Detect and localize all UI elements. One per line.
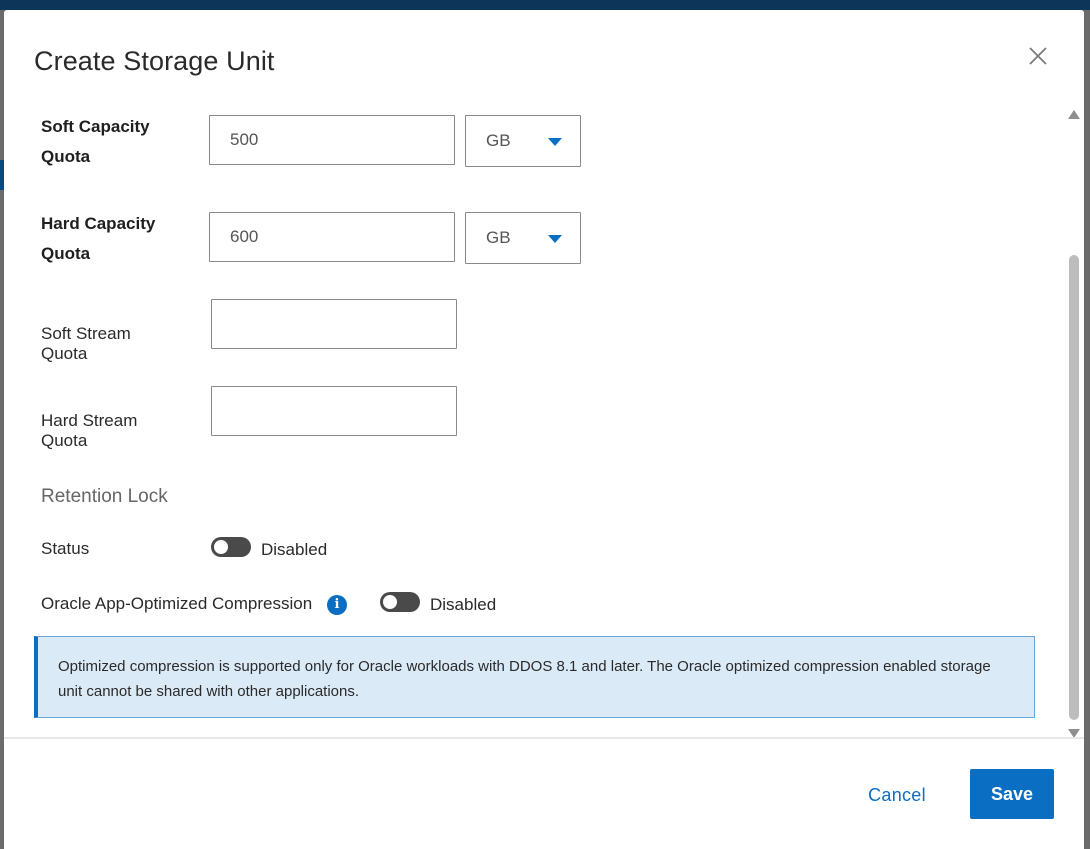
retention-lock-status-value: Disabled — [261, 540, 328, 559]
chevron-down-icon — [548, 235, 562, 243]
hard-stream-label-line1: Hard Stream — [41, 411, 138, 430]
oracle-compression-toggle[interactable] — [380, 592, 420, 612]
hard-capacity-label-line1: Hard Capacity — [41, 214, 156, 233]
soft-capacity-label-line1: Soft Capacity — [41, 117, 150, 136]
chevron-down-icon — [548, 138, 562, 146]
oracle-compression-label: Oracle App-Optimized Compression — [41, 594, 313, 613]
oracle-compression-value: Disabled — [430, 595, 497, 614]
dialog-title: Create Storage Unit — [34, 46, 275, 76]
retention-lock-section-title: Retention Lock — [41, 486, 168, 507]
status-label: Status — [41, 539, 90, 558]
toggle-knob — [383, 595, 397, 609]
dialog-body: Soft Capacity Quota GB Hard Capacity Quo… — [4, 100, 1084, 737]
soft-capacity-input[interactable] — [209, 115, 455, 165]
scroll-up-arrow-icon[interactable] — [1068, 110, 1080, 119]
scroll-down-arrow-icon[interactable] — [1068, 729, 1080, 737]
toggle-knob — [214, 540, 228, 554]
oracle-compression-info-alert: Optimized compression is supported only … — [34, 636, 1035, 718]
soft-capacity-label-line2: Quota — [41, 147, 91, 166]
create-storage-unit-dialog: Create Storage Unit Soft Capacity Quota … — [4, 10, 1084, 849]
background-top-bar — [0, 0, 1090, 10]
hard-capacity-label-line2: Quota — [41, 244, 91, 263]
hard-stream-input[interactable] — [211, 386, 457, 436]
alert-text: Optimized compression is supported only … — [58, 658, 991, 700]
soft-capacity-label: Soft Capacity Quota — [41, 112, 150, 172]
hard-capacity-unit-value: GB — [486, 228, 511, 247]
soft-stream-label-line2: Quota — [41, 344, 88, 363]
hard-stream-label: Hard Stream Quota — [41, 411, 137, 451]
hard-capacity-label: Hard Capacity Quota — [41, 209, 155, 269]
hard-capacity-unit-select[interactable]: GB — [465, 212, 581, 264]
retention-lock-status-toggle[interactable] — [211, 537, 251, 557]
cancel-button[interactable]: Cancel — [852, 780, 942, 810]
soft-stream-input[interactable] — [211, 299, 457, 349]
footer-divider — [4, 737, 1084, 739]
hard-stream-label-line2: Quota — [41, 431, 88, 450]
save-button[interactable]: Save — [970, 769, 1054, 819]
close-icon[interactable] — [1026, 44, 1050, 68]
hard-capacity-input[interactable] — [209, 212, 455, 262]
soft-stream-label: Soft Stream Quota — [41, 324, 131, 364]
scrollbar-thumb[interactable] — [1069, 255, 1079, 720]
soft-capacity-unit-select[interactable]: GB — [465, 115, 581, 167]
soft-stream-label-line1: Soft Stream — [41, 324, 131, 343]
soft-capacity-unit-value: GB — [486, 131, 511, 150]
info-icon[interactable]: i — [327, 595, 347, 615]
